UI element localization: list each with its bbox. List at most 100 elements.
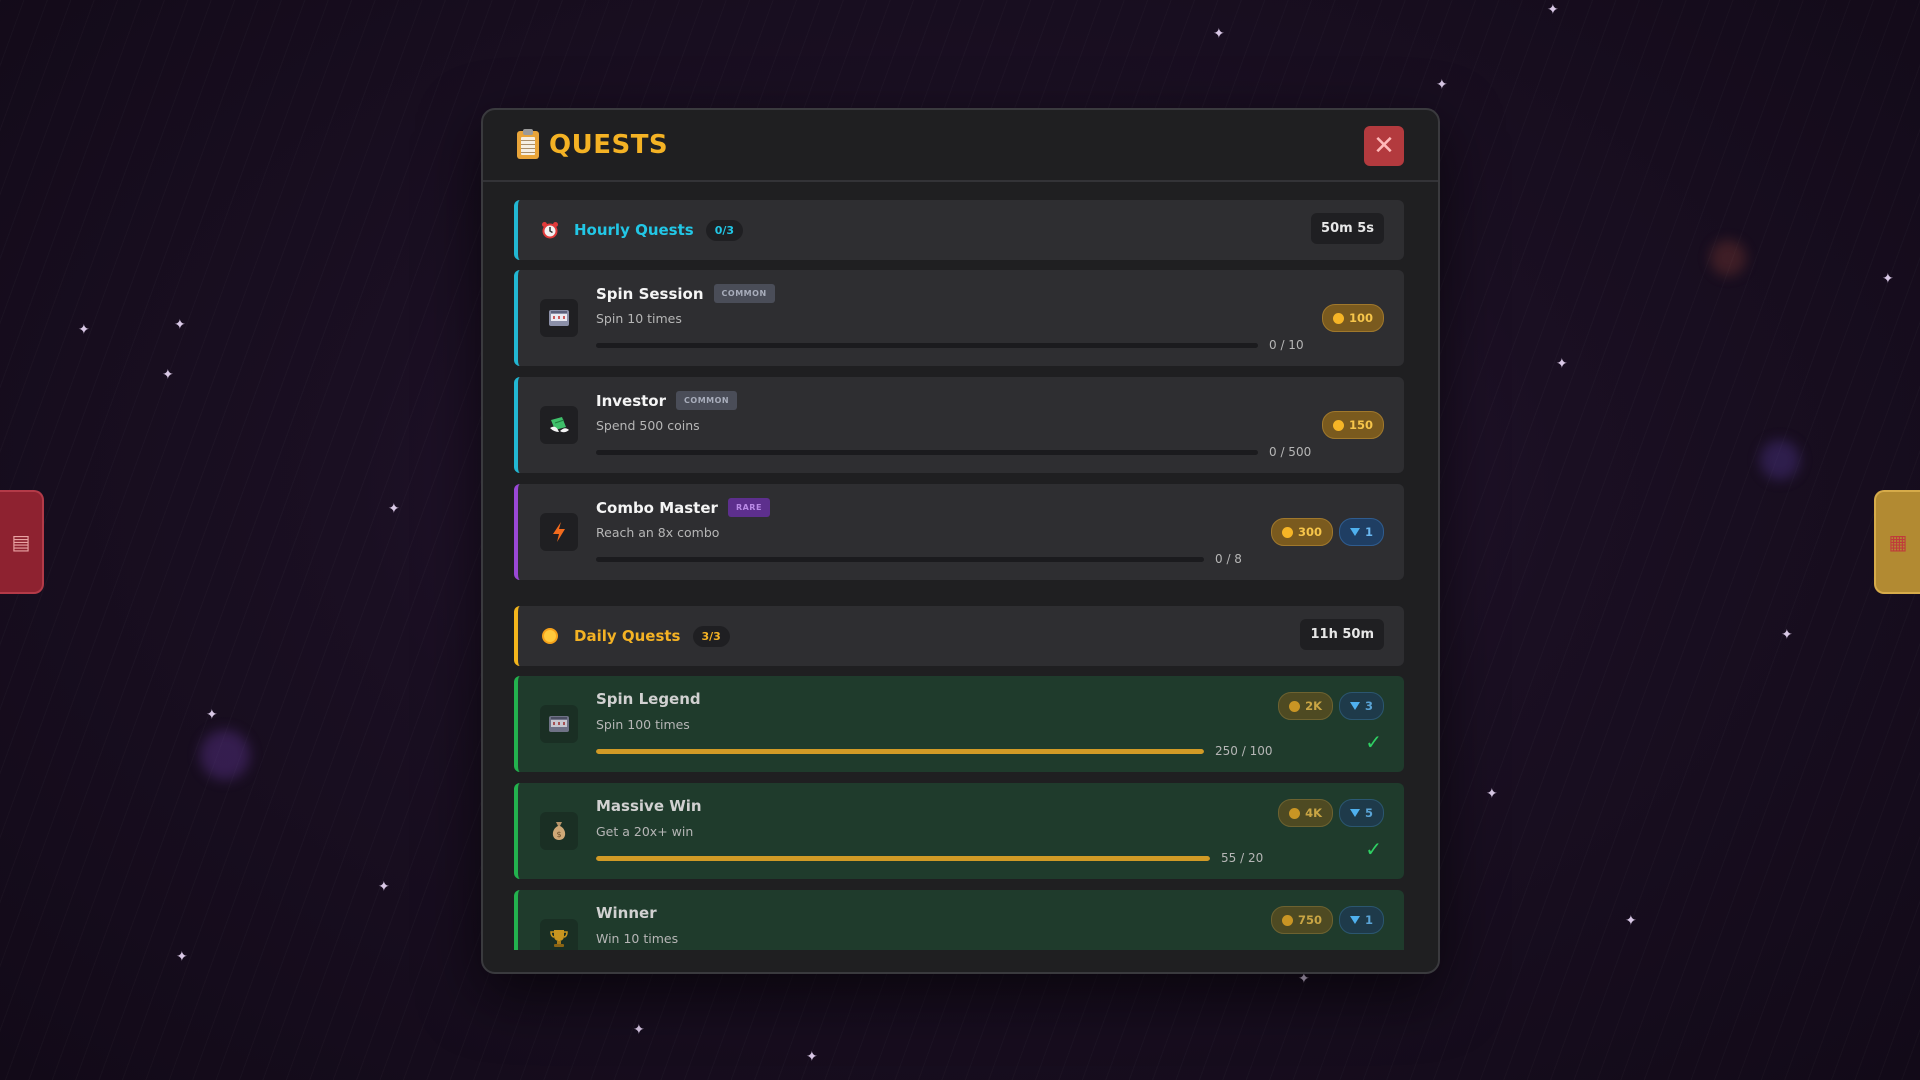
section-title: Daily Quests <box>574 627 681 645</box>
side-quest-button[interactable]: ▤ <box>0 490 44 594</box>
reward-list: 2K 3 <box>1278 692 1384 720</box>
quest-description: Spin 100 times <box>596 717 690 732</box>
gem-icon <box>1349 528 1360 536</box>
star-decoration: ✦ <box>1213 26 1225 42</box>
trophy-icon <box>540 919 578 950</box>
coin-amount: 100 <box>1348 311 1373 325</box>
gem-reward: 5 <box>1338 799 1384 827</box>
progress-bar <box>596 343 1258 348</box>
coin-icon <box>1289 700 1301 712</box>
star-decoration: ✦ <box>1436 77 1448 93</box>
coin-amount: 4K <box>1305 806 1322 820</box>
quest-title: Massive Win <box>596 797 702 815</box>
clipboard-icon: ▤ <box>11 530 31 554</box>
progress-bar <box>596 557 1204 562</box>
checkmark-icon: ✓ <box>1365 837 1382 861</box>
alarm-clock-icon <box>540 220 560 240</box>
coin-reward: 150 <box>1321 411 1384 439</box>
star-decoration: ✦ <box>806 1049 818 1065</box>
progress-fill <box>596 749 1204 754</box>
clipboard-icon <box>517 129 539 159</box>
quest-card-completed[interactable]: Spin Legend Spin 100 times 250 / 100 2K … <box>514 676 1404 772</box>
quest-description: Spend 500 coins <box>596 418 700 433</box>
quest-description: Spin 10 times <box>596 311 682 326</box>
coin-icon <box>1332 312 1344 324</box>
coin-amount: 150 <box>1348 418 1373 432</box>
gem-amount: 3 <box>1364 699 1373 713</box>
coin-icon <box>1332 419 1344 431</box>
slot-machine-icon <box>540 705 578 743</box>
gem-reward: 1 <box>1338 906 1384 934</box>
quest-description: Reach an 8x combo <box>596 525 720 540</box>
progress-text: 250 / 100 <box>1215 744 1273 758</box>
quest-list[interactable]: Hourly Quests 0/3 50m 5s Spin Session CO… <box>514 200 1404 950</box>
star-decoration: ✦ <box>174 317 186 333</box>
coin-icon <box>1289 807 1301 819</box>
section-count-badge: 3/3 <box>692 625 730 647</box>
modal-header: QUESTS ✕ <box>483 110 1438 182</box>
quest-title: Winner <box>596 904 657 922</box>
quest-title: Spin Session <box>596 284 704 303</box>
quest-name: Spin Legend <box>596 690 701 708</box>
rarity-badge: RARE <box>727 498 770 517</box>
coin-amount: 750 <box>1297 913 1322 927</box>
coin-amount: 300 <box>1297 525 1322 539</box>
progress-bar <box>596 749 1204 754</box>
gem-icon <box>1349 916 1360 924</box>
progress-text: 55 / 20 <box>1221 851 1264 865</box>
section-count-badge: 0/3 <box>705 219 744 241</box>
progress-text: 0 / 500 <box>1269 445 1312 459</box>
quest-card[interactable]: Spin Session COMMON Spin 10 times 0 / 10… <box>514 270 1404 366</box>
star-decoration: ✦ <box>206 707 218 723</box>
gem-amount: 1 <box>1364 525 1373 539</box>
reward-list: 150 <box>1321 411 1384 439</box>
daily-section-header: Daily Quests 3/3 11h 50m <box>514 606 1404 666</box>
gem-reward: 3 <box>1338 692 1384 720</box>
star-decoration: ✦ <box>1486 786 1498 802</box>
star-decoration: ✦ <box>633 1022 645 1038</box>
reward-list: 100 <box>1321 304 1384 332</box>
side-shop-button[interactable]: ▦ <box>1874 490 1920 594</box>
coin-icon <box>1281 914 1293 926</box>
gem-icon <box>1349 809 1360 817</box>
close-button[interactable]: ✕ <box>1364 126 1404 166</box>
reward-list: 4K 5 <box>1278 799 1384 827</box>
quest-card[interactable]: Combo Master RARE Reach an 8x combo 0 / … <box>514 484 1404 580</box>
gem-reward: 1 <box>1338 518 1384 546</box>
coin-reward: 750 <box>1270 906 1333 934</box>
section-timer: 50m 5s <box>1311 213 1384 244</box>
coin-icon <box>1281 526 1293 538</box>
quest-name: Winner <box>596 904 657 922</box>
coin-reward: 2K <box>1278 692 1333 720</box>
quest-title: Spin Legend <box>596 690 701 708</box>
star-decoration: ✦ <box>176 949 188 965</box>
lightning-icon <box>540 513 578 551</box>
star-decoration: ✦ <box>162 367 174 383</box>
section-title: Hourly Quests <box>574 221 694 239</box>
quest-card[interactable]: Investor COMMON Spend 500 coins 0 / 500 … <box>514 377 1404 473</box>
quest-card-completed[interactable]: Winner Win 10 times 750 1 <box>514 890 1404 950</box>
quest-title: Investor <box>596 391 667 410</box>
quest-description: Win 10 times <box>596 931 679 946</box>
coin-reward: 100 <box>1321 304 1384 332</box>
progress-text: 0 / 8 <box>1215 552 1242 566</box>
star-decoration: ✦ <box>388 501 400 517</box>
svg-text:$: $ <box>556 830 561 839</box>
star-decoration: ✦ <box>1547 2 1559 18</box>
quest-card-completed[interactable]: $ Massive Win Get a 20x+ win 55 / 20 4K … <box>514 783 1404 879</box>
hourly-section-header: Hourly Quests 0/3 50m 5s <box>514 200 1404 260</box>
money-bag-icon: $ <box>540 812 578 850</box>
rarity-badge: COMMON <box>713 284 775 303</box>
checkmark-icon: ✓ <box>1365 730 1382 754</box>
close-icon: ✕ <box>1373 131 1395 161</box>
slot-machine-icon: ▦ <box>1888 530 1908 554</box>
slot-machine-icon <box>540 299 578 337</box>
star-decoration: ✦ <box>1882 271 1894 287</box>
sun-icon <box>540 626 560 646</box>
section-timer: 11h 50m <box>1300 619 1384 650</box>
coin-reward: 300 <box>1270 518 1333 546</box>
progress-fill <box>596 856 1210 861</box>
progress-text: 0 / 10 <box>1269 338 1304 352</box>
reward-list: 750 1 <box>1270 906 1384 934</box>
modal-title: QUESTS <box>517 129 668 160</box>
